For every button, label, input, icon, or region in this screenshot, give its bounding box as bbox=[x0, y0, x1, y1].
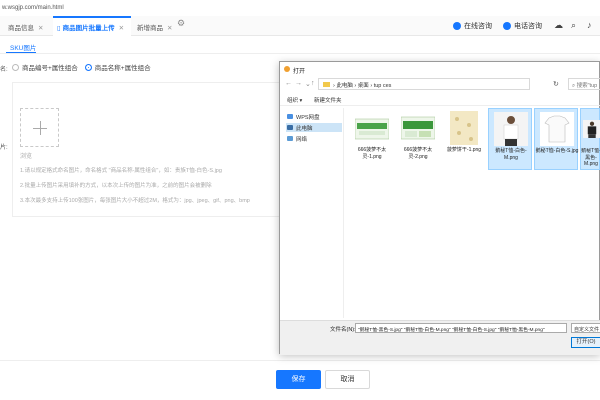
naming-rule-label: 名: bbox=[0, 67, 8, 73]
upload-button[interactable] bbox=[20, 108, 59, 147]
file-item[interactable]: 666菠萝不太灵-1.png bbox=[350, 108, 394, 170]
file-name: 666菠萝不太灵-1.png bbox=[357, 147, 387, 160]
cloud-icon bbox=[287, 114, 293, 119]
tree-item-this-pc[interactable]: 此电脑 bbox=[286, 123, 342, 132]
dialog-nav-bar: ← → ⌄ ↑ › 此电脑 › 桌面 › tup ces ↻ ⌕ 搜索"tup bbox=[280, 76, 600, 92]
tree-item-label: 网络 bbox=[296, 137, 308, 143]
organize-button[interactable]: 组织 ▾ bbox=[287, 96, 302, 104]
search-icon[interactable]: ⌕ bbox=[571, 20, 576, 31]
breadcrumb-item[interactable]: 桌面 bbox=[358, 83, 369, 89]
image-label: 片: bbox=[0, 145, 8, 151]
image-thumbnail bbox=[355, 118, 389, 140]
file-item[interactable]: 鹅秘T恤-黑色-M.png bbox=[580, 108, 600, 170]
note-line: 2.批量上传图片采用填补的方式，以本次上传的图片为准，之前的图片会被删除 bbox=[20, 183, 212, 189]
radio-name-attr-label[interactable]: 商品名称+属性组合 bbox=[95, 62, 151, 72]
phone-consult-label: 电话咨询 bbox=[514, 23, 542, 30]
file-item[interactable]: 鹅秘T恤-白色-M.png bbox=[488, 108, 532, 170]
refresh-icon[interactable]: ↻ bbox=[553, 80, 559, 88]
breadcrumb-item[interactable]: tup ces bbox=[374, 83, 392, 89]
back-arrow-icon[interactable]: ← bbox=[285, 80, 292, 87]
forward-arrow-icon[interactable]: → bbox=[295, 80, 302, 87]
phone-consult-button[interactable]: 电话咨询 bbox=[503, 16, 542, 36]
note-line: 3.本次最多支持上传100张图片，每张图片大小不超过2M，格式为：jpg、jpe… bbox=[20, 198, 250, 204]
radio-code-attr-label[interactable]: 商品编号+属性组合 bbox=[22, 62, 78, 72]
path-breadcrumb[interactable]: › 此电脑 › 桌面 › tup ces bbox=[318, 78, 530, 90]
tab-product-info[interactable]: 商品信息 ✕ bbox=[4, 16, 50, 36]
file-list: 666菠萝不太灵-1.png 666菠萝不太灵-2.png 菠萝饼干-1.png bbox=[350, 108, 600, 318]
close-icon[interactable]: ✕ bbox=[119, 25, 124, 32]
dialog-toolbar: 组织 ▾ 新建文件夹 bbox=[280, 92, 600, 106]
radio-code-attr[interactable] bbox=[12, 63, 19, 71]
dialog-title: 打开 bbox=[293, 69, 306, 75]
radio-name-attr[interactable] bbox=[84, 63, 92, 71]
online-consult-button[interactable]: 在线咨询 bbox=[453, 16, 492, 36]
up-arrow-icon[interactable]: ↑ bbox=[311, 80, 315, 87]
tree-item-label: 此电脑 bbox=[296, 126, 313, 132]
file-name: 鹅秘T恤-白色-S.jpg bbox=[535, 148, 579, 154]
tab-new-product[interactable]: 新增商品 ✕ bbox=[133, 16, 175, 36]
folder-icon bbox=[323, 82, 330, 87]
network-icon bbox=[287, 136, 293, 141]
folder-tree: WPS网盘 此电脑 网络 bbox=[280, 108, 344, 318]
upload-label: 浏览 bbox=[20, 154, 33, 160]
naming-rule-radio-group: 商品编号+属性组合 商品名称+属性组合 bbox=[12, 62, 151, 72]
tree-item-label: WPS网盘 bbox=[296, 115, 320, 121]
image-thumbnail bbox=[540, 112, 574, 146]
note-line: 1.请以规定格式命名图片，命名格式 "商品名称-属性组合"，如：贵族T恤-白色-… bbox=[20, 168, 222, 174]
file-name: 666菠萝不太灵-2.png bbox=[403, 147, 433, 160]
chevron-down-icon[interactable]: ⌄ bbox=[305, 80, 311, 88]
tab-batch-upload[interactable]: ▯ 商品图片批量上传 ✕ bbox=[53, 16, 131, 36]
file-name: 菠萝饼干-1.png bbox=[446, 147, 482, 153]
file-item[interactable]: 鹅秘T恤-白色-S.jpg bbox=[534, 108, 578, 170]
online-consult-label: 在线咨询 bbox=[464, 23, 492, 30]
close-icon[interactable]: ✕ bbox=[167, 25, 172, 32]
image-thumbnail bbox=[450, 111, 478, 145]
cancel-button[interactable]: 取消 bbox=[325, 370, 370, 389]
divider bbox=[0, 53, 600, 54]
new-folder-button[interactable]: 新建文件夹 bbox=[314, 96, 342, 104]
file-name: 鹅秘T恤-白色-M.png bbox=[495, 148, 527, 161]
file-name: 鹅秘T恤-黑色-M.png bbox=[581, 148, 600, 167]
tree-item-wps[interactable]: WPS网盘 bbox=[286, 112, 342, 121]
image-thumbnail bbox=[401, 116, 435, 140]
filename-input[interactable]: "鹅秘T恤-黑色-S.jpg" "鹅秘T恤-白色-M.png" "鹅秘T恤-白色… bbox=[355, 323, 567, 333]
file-item[interactable]: 666菠萝不太灵-2.png bbox=[396, 108, 440, 170]
tab-label: 商品图片批量上传 bbox=[62, 25, 115, 32]
file-open-dialog: 打开 ← → ⌄ ↑ › 此电脑 › 桌面 › tup ces ↻ ⌕ 搜索"t… bbox=[279, 61, 600, 355]
breadcrumb-item[interactable]: 此电脑 bbox=[336, 83, 353, 89]
computer-icon bbox=[287, 125, 293, 130]
search-input[interactable]: ⌕ 搜索"tup bbox=[568, 78, 600, 90]
gear-icon[interactable]: ⚙ bbox=[177, 18, 185, 29]
address-bar[interactable]: w.wsgjp.com/main.html bbox=[0, 0, 600, 16]
filetype-select[interactable]: 自定义文件 (* bbox=[571, 323, 600, 333]
dialog-footer: 文件名(N): "鹅秘T恤-黑色-S.jpg" "鹅秘T恤-白色-M.png" … bbox=[280, 320, 600, 355]
cloud-icon[interactable]: ☁ bbox=[554, 20, 563, 31]
file-item[interactable]: 菠萝饼干-1.png bbox=[442, 108, 486, 170]
search-placeholder: 搜索"tup bbox=[576, 83, 598, 89]
tab-label: 商品信息 bbox=[8, 25, 34, 32]
tab-sku-images[interactable]: SKU图片 bbox=[10, 42, 36, 52]
save-button[interactable]: 保存 bbox=[276, 370, 321, 389]
divider bbox=[0, 360, 600, 361]
filename-label: 文件名(N): bbox=[330, 327, 356, 333]
chat-icon bbox=[453, 22, 461, 30]
image-thumbnail bbox=[494, 112, 528, 146]
phone-icon bbox=[503, 22, 511, 30]
open-button[interactable]: 打开(O) bbox=[571, 337, 600, 348]
tab-label: 新增商品 bbox=[137, 25, 163, 32]
image-thumbnail bbox=[583, 120, 600, 138]
tree-item-network[interactable]: 网络 bbox=[286, 134, 342, 143]
close-icon[interactable]: ✕ bbox=[38, 25, 43, 32]
bell-icon[interactable]: ♪ bbox=[587, 20, 592, 30]
document-icon: ▯ bbox=[57, 25, 61, 32]
